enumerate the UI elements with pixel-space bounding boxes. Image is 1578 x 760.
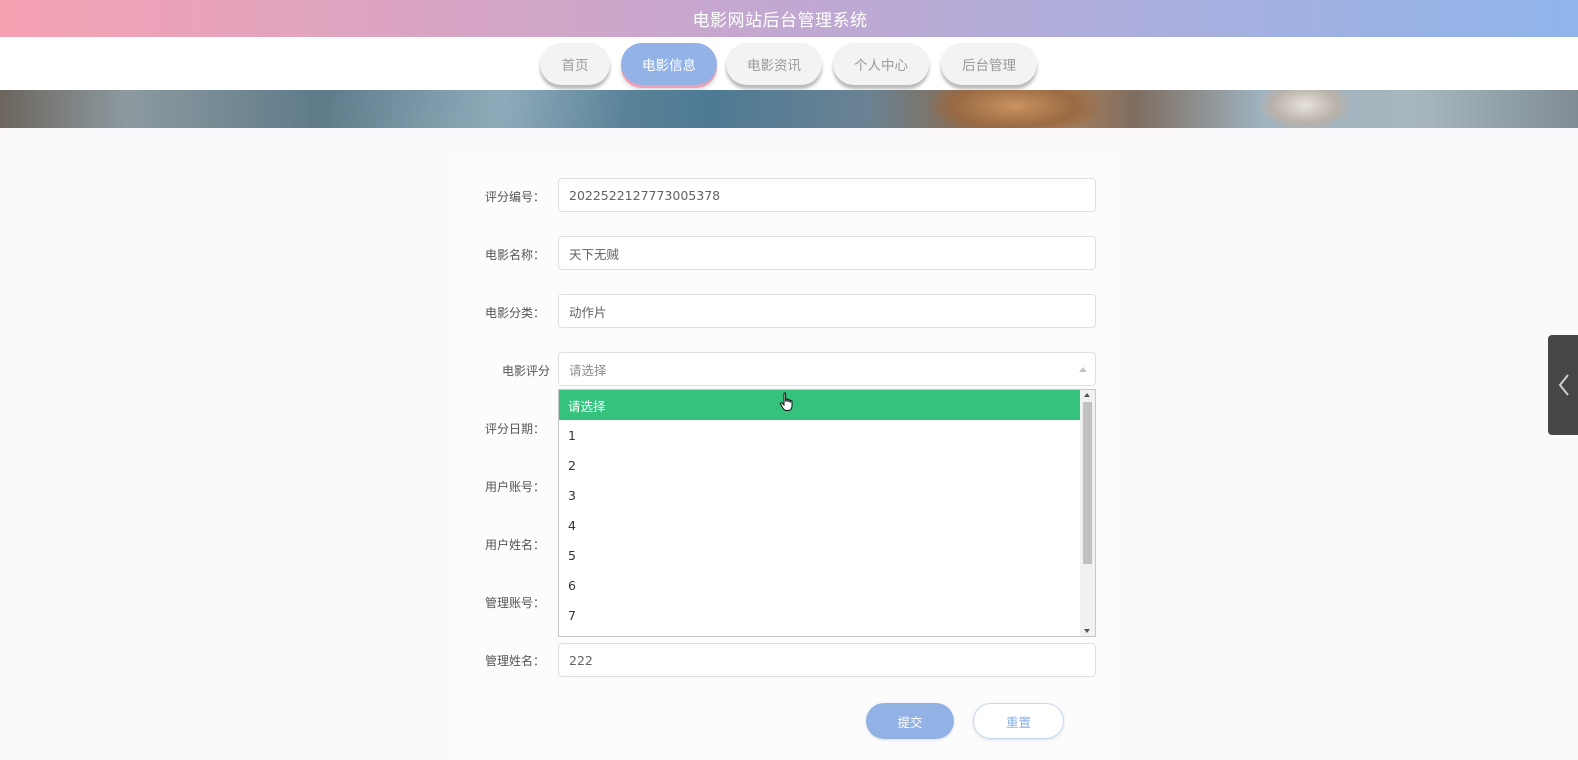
hand-pointer-icon [779, 392, 793, 411]
side-collapse-tab[interactable] [1548, 335, 1578, 435]
movie-rating-select[interactable]: 请选择 [558, 352, 1096, 386]
admin-name-input[interactable]: 222 [558, 643, 1096, 677]
banner-image [0, 90, 1578, 128]
movie-category-label: 电影分类： [484, 306, 545, 320]
dropdown-option[interactable]: 2 [559, 450, 1080, 480]
submit-button[interactable]: 提交 [866, 703, 954, 739]
movie-name-label: 电影名称： [484, 248, 545, 262]
dropdown-option[interactable]: 4 [559, 510, 1080, 540]
rating-no-input[interactable]: 2022522127773005378 [558, 178, 1096, 212]
main-nav: 首页 电影信息 电影资讯 个人中心 后台管理 [0, 37, 1578, 90]
nav-item-movie-info[interactable]: 电影信息 [621, 43, 717, 85]
user-account-label: 用户账号： [484, 480, 545, 494]
dropdown-option[interactable]: 7 [559, 600, 1080, 630]
scrollbar-thumb[interactable] [1083, 402, 1092, 564]
top-header: 电影网站后台管理系统 [0, 0, 1578, 37]
nav-item-personal-center[interactable]: 个人中心 [833, 43, 929, 85]
nav-item-admin[interactable]: 后台管理 [941, 43, 1037, 85]
user-name-label: 用户姓名： [484, 538, 545, 552]
chevron-left-icon [1558, 374, 1569, 396]
admin-account-label: 管理账号： [484, 596, 545, 610]
reset-button[interactable]: 重置 [973, 703, 1064, 739]
dropdown-option[interactable]: 1 [559, 420, 1080, 450]
dropdown-option[interactable]: 请选择 [559, 390, 1080, 420]
movie-rating-select-placeholder: 请选择 [569, 362, 607, 378]
dropdown-scrollbar[interactable] [1080, 390, 1095, 636]
movie-category-input[interactable]: 动作片 [558, 294, 1096, 328]
movie-rating-label: 电影评分 [501, 364, 550, 378]
dropdown-option[interactable]: 6 [559, 570, 1080, 600]
chevron-up-icon [1079, 367, 1087, 372]
scroll-up-arrow-icon[interactable] [1084, 393, 1090, 397]
rating-date-label: 评分日期： [484, 422, 545, 436]
dropdown-option[interactable]: 3 [559, 480, 1080, 510]
dropdown-option[interactable]: 5 [559, 540, 1080, 570]
site-title: 电影网站后台管理系统 [692, 11, 868, 31]
rating-dropdown-list: 请选择 1 2 3 4 5 6 7 [558, 389, 1096, 637]
nav-item-movie-news[interactable]: 电影资讯 [726, 43, 822, 85]
rating-no-label: 评分编号： [484, 190, 545, 204]
movie-name-input[interactable]: 天下无贼 [558, 236, 1096, 270]
scroll-down-arrow-icon[interactable] [1084, 629, 1090, 633]
nav-item-home[interactable]: 首页 [540, 43, 610, 85]
admin-name-label: 管理姓名： [484, 654, 545, 668]
